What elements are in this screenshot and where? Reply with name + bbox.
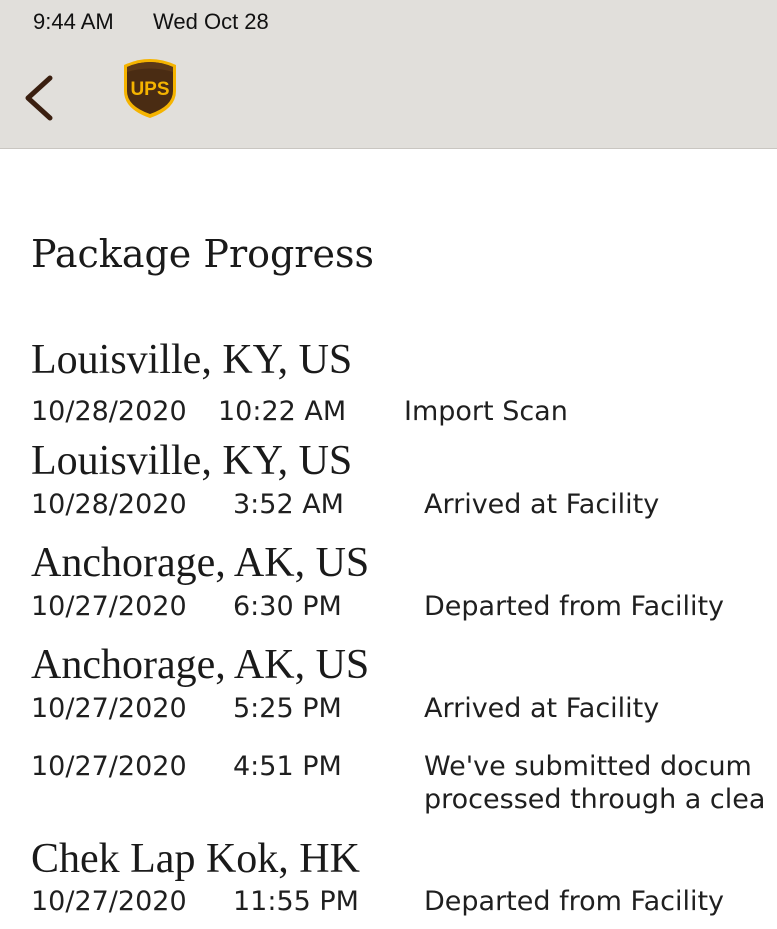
location-heading: Chek Lap Kok, HK <box>31 836 360 882</box>
top-bar: 9:44 AM Wed Oct 28 UPS <box>0 0 777 149</box>
event-date: 10/28/2020 <box>31 396 187 427</box>
page-title: Package Progress <box>31 232 374 276</box>
event-description: Arrived at Facility <box>424 693 660 724</box>
event-time: 10:22 AM <box>218 396 347 427</box>
event-description: Import Scan <box>404 396 568 427</box>
event-time: 6:30 PM <box>233 591 342 622</box>
back-button[interactable] <box>18 70 64 126</box>
event-time: 3:52 AM <box>233 489 344 520</box>
event-description: Departed from Facility <box>424 886 725 917</box>
event-description: We've submitted docum processed through … <box>424 750 777 816</box>
location-heading: Louisville, KY, US <box>31 337 353 383</box>
event-date: 10/27/2020 <box>31 886 187 917</box>
location-heading: Anchorage, AK, US <box>31 540 370 586</box>
tracking-screen: 9:44 AM Wed Oct 28 UPS Package Progress … <box>0 0 777 929</box>
event-description: Departed from Facility <box>424 591 725 622</box>
event-date: 10/28/2020 <box>31 489 187 520</box>
chevron-left-icon <box>25 75 53 121</box>
event-description: Arrived at Facility <box>424 489 660 520</box>
event-date: 10/27/2020 <box>31 751 187 782</box>
event-time: 5:25 PM <box>233 693 342 724</box>
logo-text: UPS <box>130 79 169 100</box>
status-date: Wed Oct 28 <box>153 9 269 34</box>
location-heading: Anchorage, AK, US <box>31 642 370 688</box>
event-time: 4:51 PM <box>233 751 342 782</box>
event-date: 10/27/2020 <box>31 591 187 622</box>
event-time: 11:55 PM <box>233 886 359 917</box>
ups-logo: UPS <box>120 55 180 120</box>
event-description-line: processed through a clea <box>424 784 766 815</box>
location-heading: Louisville, KY, US <box>31 438 353 484</box>
event-date: 10/27/2020 <box>31 693 187 724</box>
event-description-line: We've submitted docum <box>424 751 752 782</box>
status-time: 9:44 AM <box>33 9 114 34</box>
